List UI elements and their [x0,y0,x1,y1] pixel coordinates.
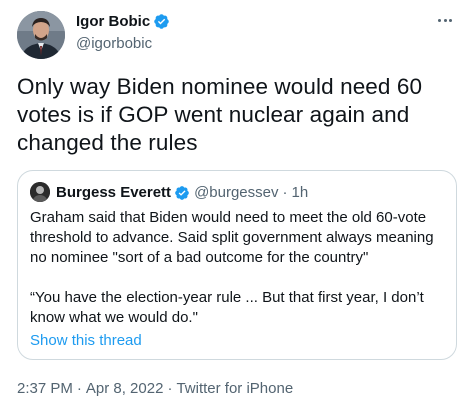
tweet-source[interactable]: Twitter for iPhone [176,379,293,399]
quoted-avatar[interactable] [30,182,50,202]
quoted-text: Graham said that Biden would need to mee… [30,208,446,328]
more-options-button[interactable] [433,10,457,30]
tweet-metadata: 2:37 PM · Apr 8, 2022 · Twitter for iPho… [17,379,293,399]
show-thread-link[interactable]: Show this thread [30,331,142,351]
quoted-time-ago: 1h [291,184,309,201]
more-horizontal-icon [438,18,442,22]
quoted-tweet[interactable]: Burgess Everett @burgessev · 1h Graham s… [17,170,457,360]
separator-dot: · [76,380,82,397]
separator-dot: · [282,184,288,201]
tweet-text: Only way Biden nominee would need 60 vot… [17,74,423,155]
author-handle[interactable]: @igorbobic [76,34,170,53]
quoted-header: Burgess Everett @burgessev · 1h [56,183,308,202]
more-dot [448,18,452,22]
quoted-author-name: Burgess Everett [56,184,172,201]
quoted-paragraph: “You have the election-year rule ... But… [30,289,424,326]
verified-badge-icon [174,185,190,201]
separator-dot: · [167,380,173,397]
author-name[interactable]: Igor Bobic [76,12,150,31]
verified-badge-icon [153,13,170,30]
more-dot [443,18,447,22]
author-block: Igor Bobic @igorbobic [76,12,170,53]
timestamp-date[interactable]: Apr 8, 2022 [86,379,164,399]
avatar[interactable] [17,11,65,59]
quoted-author-handle: @burgessev [194,184,279,201]
tweet: Igor Bobic @igorbobic Only way Biden nom… [0,0,471,418]
timestamp-time[interactable]: 2:37 PM [17,379,73,399]
quoted-paragraph: Graham said that Biden would need to mee… [30,209,434,266]
